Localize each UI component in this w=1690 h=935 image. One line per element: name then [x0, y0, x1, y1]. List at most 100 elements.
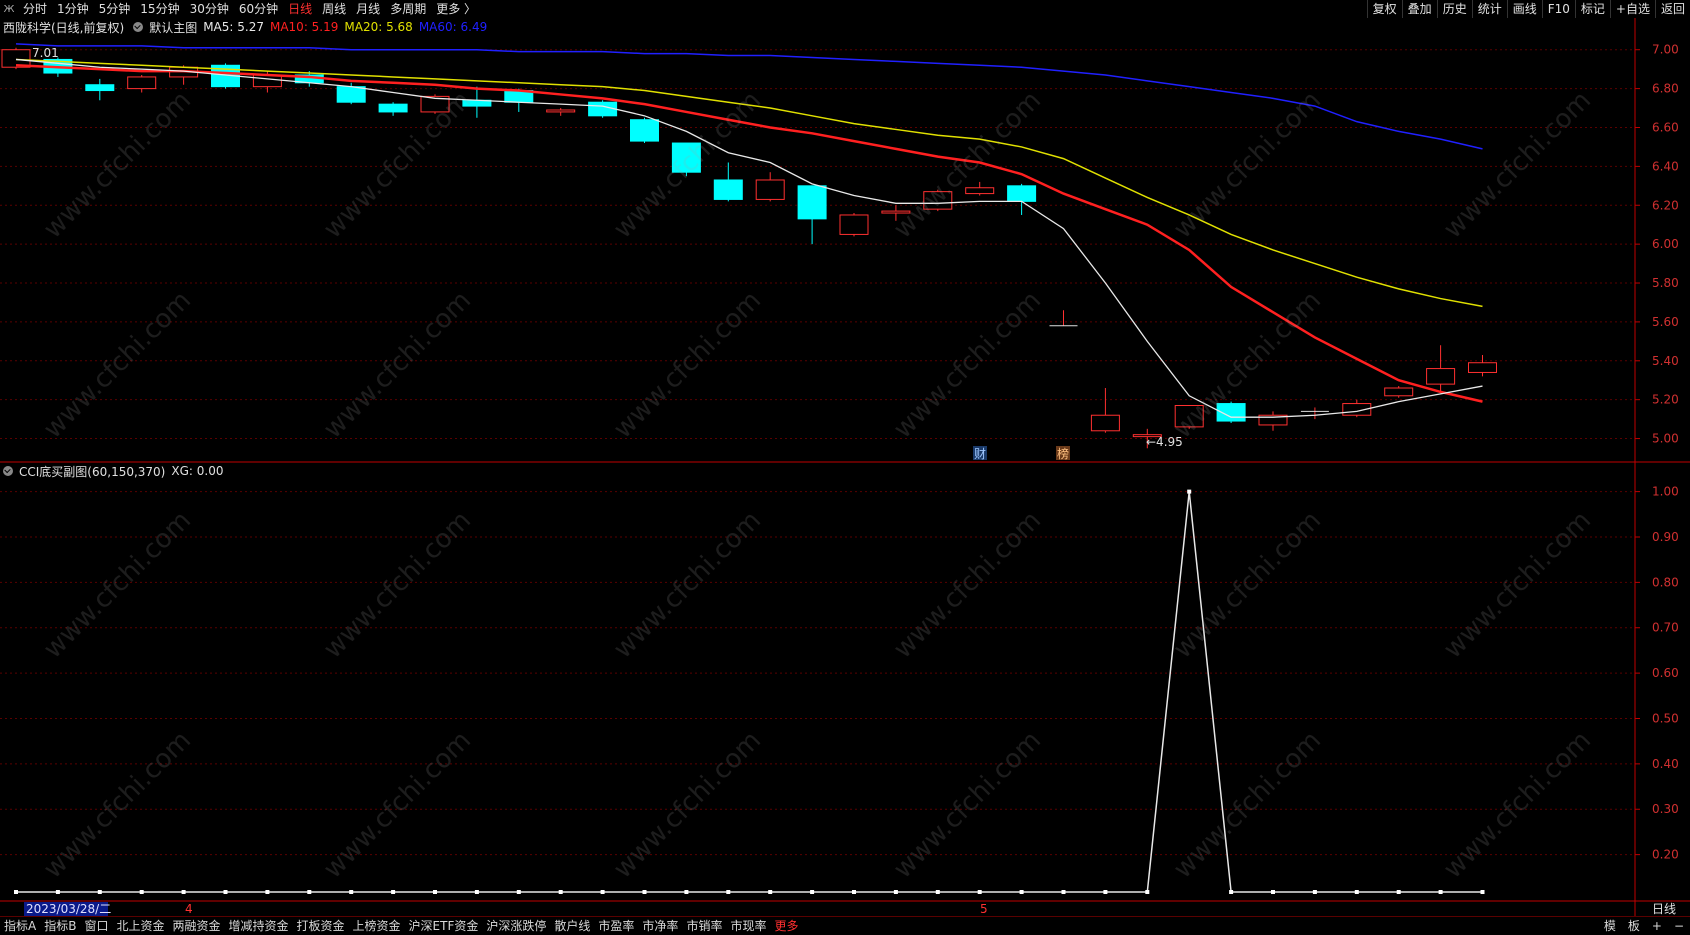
- xg-point-1: [55, 890, 60, 894]
- indicator-tab-2[interactable]: 窗口: [80, 917, 112, 935]
- xg-point-30: [1271, 890, 1275, 894]
- xg-point-21: [893, 890, 898, 894]
- candle-body-22: [923, 191, 953, 210]
- candle-body-35: [1468, 362, 1497, 373]
- indicator-tab-10[interactable]: 散户线: [550, 917, 594, 935]
- candle-body-19: [797, 185, 827, 220]
- indicator-tab-5[interactable]: 增减持资金: [225, 917, 293, 935]
- indicator-tab-4[interactable]: 两融资金: [168, 917, 224, 935]
- xg-line: [16, 491, 1483, 893]
- xg-point-23: [977, 890, 982, 894]
- candle-body-28: [1174, 405, 1204, 428]
- indicator-tabs: 指标A 指标B 窗口 北上资金 两融资金 增减持资金 打板资金 上榜资金 沪深ETF资金 沪深涨跌…: [0, 917, 802, 935]
- candle-body-3: [127, 76, 157, 90]
- sub-tick-label: 0.30: [1652, 802, 1679, 816]
- main-tick-label: 6.60: [1652, 120, 1679, 134]
- candle-body-8: [336, 86, 366, 103]
- indicator-tab-7[interactable]: 上榜资金: [349, 917, 405, 935]
- xg-point-8: [349, 890, 354, 894]
- xg-point-9: [391, 890, 396, 894]
- date-cursor-label: 2023/03/28/二: [26, 902, 111, 916]
- xg-point-27: [1145, 890, 1150, 894]
- indicator-tab-9[interactable]: 沪深涨跌停: [482, 917, 550, 935]
- xg-point-10: [433, 890, 437, 894]
- xg-point-17: [726, 890, 731, 894]
- sub-tick-label: 0.70: [1652, 621, 1679, 635]
- xg-point-11: [474, 890, 479, 894]
- candle-body-6: [252, 74, 282, 88]
- candle-body-33: [1384, 387, 1414, 397]
- xg-point-24: [1019, 890, 1024, 894]
- main-tick-label: 6.40: [1652, 159, 1679, 173]
- high-price-label: 7.01: [32, 46, 59, 60]
- bottom-control-1[interactable]: 板: [1622, 917, 1646, 935]
- bottom-right-controls: 模板 + −: [1598, 917, 1690, 935]
- candle-body-21: [881, 210, 911, 214]
- candle-body-13: [546, 109, 576, 113]
- ma60-line: [15, 43, 1483, 150]
- indicator-tab-0[interactable]: 指标A: [0, 917, 40, 935]
- indicator-tab-12[interactable]: 市净率: [638, 917, 682, 935]
- low-price-label: ←4.95: [1146, 435, 1183, 449]
- xg-point-14: [600, 890, 605, 894]
- xg-point-2: [97, 890, 102, 894]
- candle-body-24: [1007, 185, 1037, 202]
- candle-body-15: [630, 119, 659, 142]
- ranking-marker-label: 榜: [1057, 446, 1069, 461]
- xg-point-0: [14, 890, 18, 894]
- sub-tick-label: 0.80: [1652, 575, 1679, 589]
- ma10-line: [15, 64, 1483, 403]
- xg-point-4: [181, 890, 186, 894]
- indicator-tab-13[interactable]: 市销率: [682, 917, 726, 935]
- xg-point-15: [642, 890, 647, 894]
- xg-point-5: [223, 890, 228, 894]
- candle-body-9: [378, 103, 408, 113]
- bottom-control-2[interactable]: +: [1646, 917, 1668, 935]
- indicator-tab-14[interactable]: 市现率: [726, 917, 770, 935]
- xg-point-16: [684, 890, 689, 894]
- bottom-control-0[interactable]: 模: [1598, 917, 1622, 935]
- xg-point-33: [1396, 890, 1401, 894]
- candle-body-17: [713, 179, 743, 200]
- sub-tick-label: 0.50: [1652, 711, 1679, 725]
- xg-point-31: [1312, 890, 1317, 894]
- main-tick-label: 7.00: [1652, 43, 1679, 57]
- xg-point-19: [810, 890, 815, 894]
- candle-body-34: [1426, 368, 1456, 385]
- indicator-tab-11[interactable]: 市盈率: [594, 917, 638, 935]
- bottom-control-3[interactable]: −: [1668, 917, 1690, 935]
- main-tick-label: 6.20: [1652, 198, 1679, 212]
- month-4-label: 4: [185, 902, 193, 916]
- chart-canvas[interactable]: 7.00 6.80 6.60 6.40 6.20 6.00 5.80 5.60 5.40 5.20…: [0, 0, 1690, 916]
- candle-body-26: [1090, 414, 1120, 432]
- xg-point-18: [768, 890, 773, 894]
- indicator-tab-1[interactable]: 指标B: [40, 917, 80, 935]
- indicator-tab-15[interactable]: 更多: [770, 917, 802, 935]
- indicator-tab-bar: 指标A 指标B 窗口 北上资金 两融资金 增减持资金 打板资金 上榜资金 沪深ETF资金 沪深涨跌…: [0, 916, 1690, 935]
- indicator-tab-8[interactable]: 沪深ETF资金: [405, 917, 483, 935]
- main-tick-label: 5.00: [1652, 432, 1679, 446]
- candle-body-2: [85, 84, 115, 92]
- xg-point-7: [307, 890, 312, 894]
- sub-tick-label: 0.60: [1652, 666, 1679, 680]
- finance-marker-label: 财: [974, 447, 986, 461]
- xg-point-26: [1103, 890, 1108, 894]
- main-tick-label: 5.80: [1652, 276, 1679, 290]
- xg-point-25: [1061, 890, 1066, 894]
- sub-tick-label: 0.40: [1652, 757, 1679, 771]
- xg-point-12: [516, 890, 521, 894]
- indicator-tab-3[interactable]: 北上资金: [112, 917, 168, 935]
- period-corner-label[interactable]: 日线: [1652, 902, 1676, 916]
- indicator-tab-6[interactable]: 打板资金: [293, 917, 349, 935]
- month-5-label: 5: [980, 902, 988, 916]
- sub-tick-label: 0.90: [1652, 530, 1679, 544]
- main-tick-label: 5.60: [1652, 315, 1679, 329]
- sub-indicator-series: [14, 489, 1485, 894]
- candle-body-18: [755, 179, 785, 200]
- main-tick-label: 6.80: [1652, 82, 1679, 96]
- sub-tick-label: 0.20: [1652, 848, 1679, 862]
- main-tick-label: 5.20: [1652, 393, 1679, 407]
- xg-point-29: [1229, 890, 1234, 894]
- main-tick-label: 5.40: [1652, 354, 1679, 368]
- candle-body-20: [839, 214, 869, 235]
